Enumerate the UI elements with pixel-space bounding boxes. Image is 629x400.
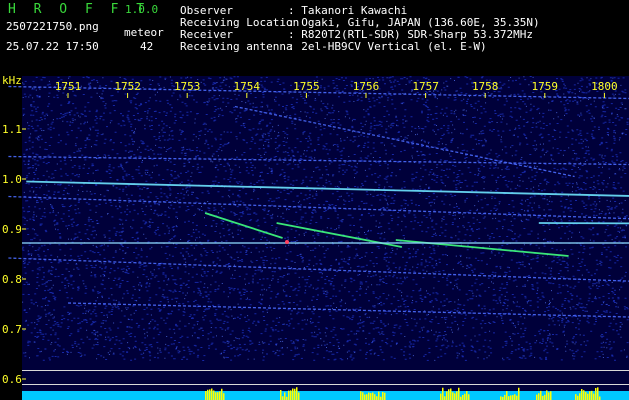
y-tick-label-0.7: 0.7 bbox=[2, 323, 22, 336]
x-tick-label-1754: 1754 bbox=[234, 80, 261, 93]
x-tick-label-1751: 1751 bbox=[55, 80, 82, 93]
y-tick-label-1.0: 1.0 bbox=[2, 173, 22, 186]
y-unit-label: kHz bbox=[2, 74, 22, 87]
x-tick-label-1757: 1757 bbox=[412, 80, 439, 93]
y-tick-label-0.8: 0.8 bbox=[2, 273, 22, 286]
x-tick-label-1752: 1752 bbox=[114, 80, 141, 93]
x-tick-label-1758: 1758 bbox=[472, 80, 499, 93]
hrofft-screen: H R O F F T 1.0.0 2507221750.png 25.07.2… bbox=[0, 0, 629, 400]
y-tick-label-1.1: 1.1 bbox=[2, 123, 22, 136]
x-tick-label-1756: 1756 bbox=[353, 80, 380, 93]
spectrogram-chart: kHz 1751 1752 1753 1754 1755 1756 1757 1758 1759 1… bbox=[2, 74, 629, 400]
y-tick-label-0.6: 0.6 bbox=[2, 373, 22, 386]
x-tick-label-1753: 1753 bbox=[174, 80, 201, 93]
x-tick-label-1759: 1759 bbox=[532, 80, 559, 93]
y-tick-label-0.9: 0.9 bbox=[2, 223, 22, 236]
signal-strip bbox=[22, 391, 629, 400]
x-tick-label-1755: 1755 bbox=[293, 80, 320, 93]
carrier-hotspot bbox=[285, 240, 289, 244]
x-tick-label-1800: 1800 bbox=[591, 80, 618, 93]
